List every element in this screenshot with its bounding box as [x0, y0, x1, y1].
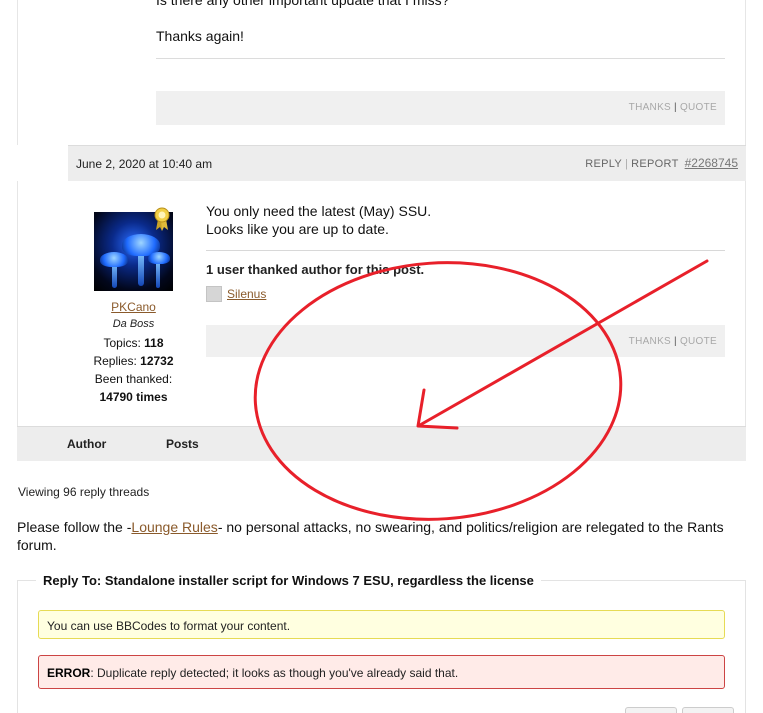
topic-footer: Author Posts — [17, 426, 746, 461]
author-topics: Topics: 118 — [103, 336, 164, 350]
lounge-rules-link[interactable]: Lounge Rules — [131, 519, 217, 535]
reply-button[interactable]: REPLY — [585, 158, 622, 170]
reply-message-line: You only need the latest (May) SSU. — [206, 203, 432, 219]
quote-button[interactable]: QUOTE — [680, 102, 717, 113]
avatar-art — [100, 252, 128, 267]
error-message: ERROR: Duplicate reply detected; it look… — [38, 655, 725, 689]
reply-message-line: Looks like you are up to date. — [206, 221, 389, 237]
avatar-art — [156, 260, 160, 288]
post-id-link[interactable]: #2268745 — [685, 156, 738, 170]
award-badge-icon — [154, 207, 170, 231]
editor-tab-button[interactable] — [625, 707, 677, 713]
author-thanked-count: 14790 times — [99, 390, 168, 404]
reply-actions: THANKS | QUOTE — [206, 325, 725, 357]
reply-date: June 2, 2020 at 10:40 am — [76, 157, 213, 171]
thanks-button[interactable]: THANKS — [629, 336, 671, 347]
reply-count: Viewing 96 reply threads — [18, 485, 150, 499]
author-name[interactable]: PKCano — [60, 300, 207, 314]
author-replies: Replies: 12732 — [93, 354, 174, 368]
footer-author-label: Author — [67, 437, 107, 451]
separator: | — [624, 158, 629, 170]
author-thanked-label: Been thanked: — [94, 372, 173, 386]
previous-post-text: Thanks again! — [156, 28, 244, 44]
thanked-heading: 1 user thanked author for this post. — [206, 262, 425, 277]
editor-tab-button[interactable] — [682, 707, 734, 713]
report-button[interactable]: REPORT — [631, 158, 678, 170]
divider — [206, 250, 725, 251]
reply-form — [17, 580, 746, 713]
avatar-art — [138, 252, 144, 286]
separator: | — [674, 102, 677, 113]
reply-header: June 2, 2020 at 10:40 am REPLY | REPORT #22… — [68, 145, 746, 181]
avatar-art — [148, 252, 170, 264]
footer-posts-label: Posts — [166, 437, 199, 451]
previous-post-text: Is there any other important update that… — [156, 0, 450, 8]
separator: | — [674, 336, 677, 347]
author-role: Da Boss — [112, 318, 155, 330]
reply-links: REPLY | REPORT #2268745 — [585, 156, 738, 170]
user-avatar-icon — [206, 286, 222, 302]
previous-post-actions: THANKS | QUOTE — [156, 91, 725, 125]
reply-form-title: Reply To: Standalone installer script fo… — [36, 573, 541, 588]
rules-notice: Please follow the -Lounge Rules- no pers… — [17, 519, 724, 553]
thanker-link[interactable]: Silenus — [227, 287, 266, 301]
thanks-button[interactable]: THANKS — [629, 102, 671, 113]
divider — [156, 58, 725, 59]
bbcode-notice: You can use BBCodes to format your conte… — [38, 610, 725, 639]
quote-button[interactable]: QUOTE — [680, 336, 717, 347]
